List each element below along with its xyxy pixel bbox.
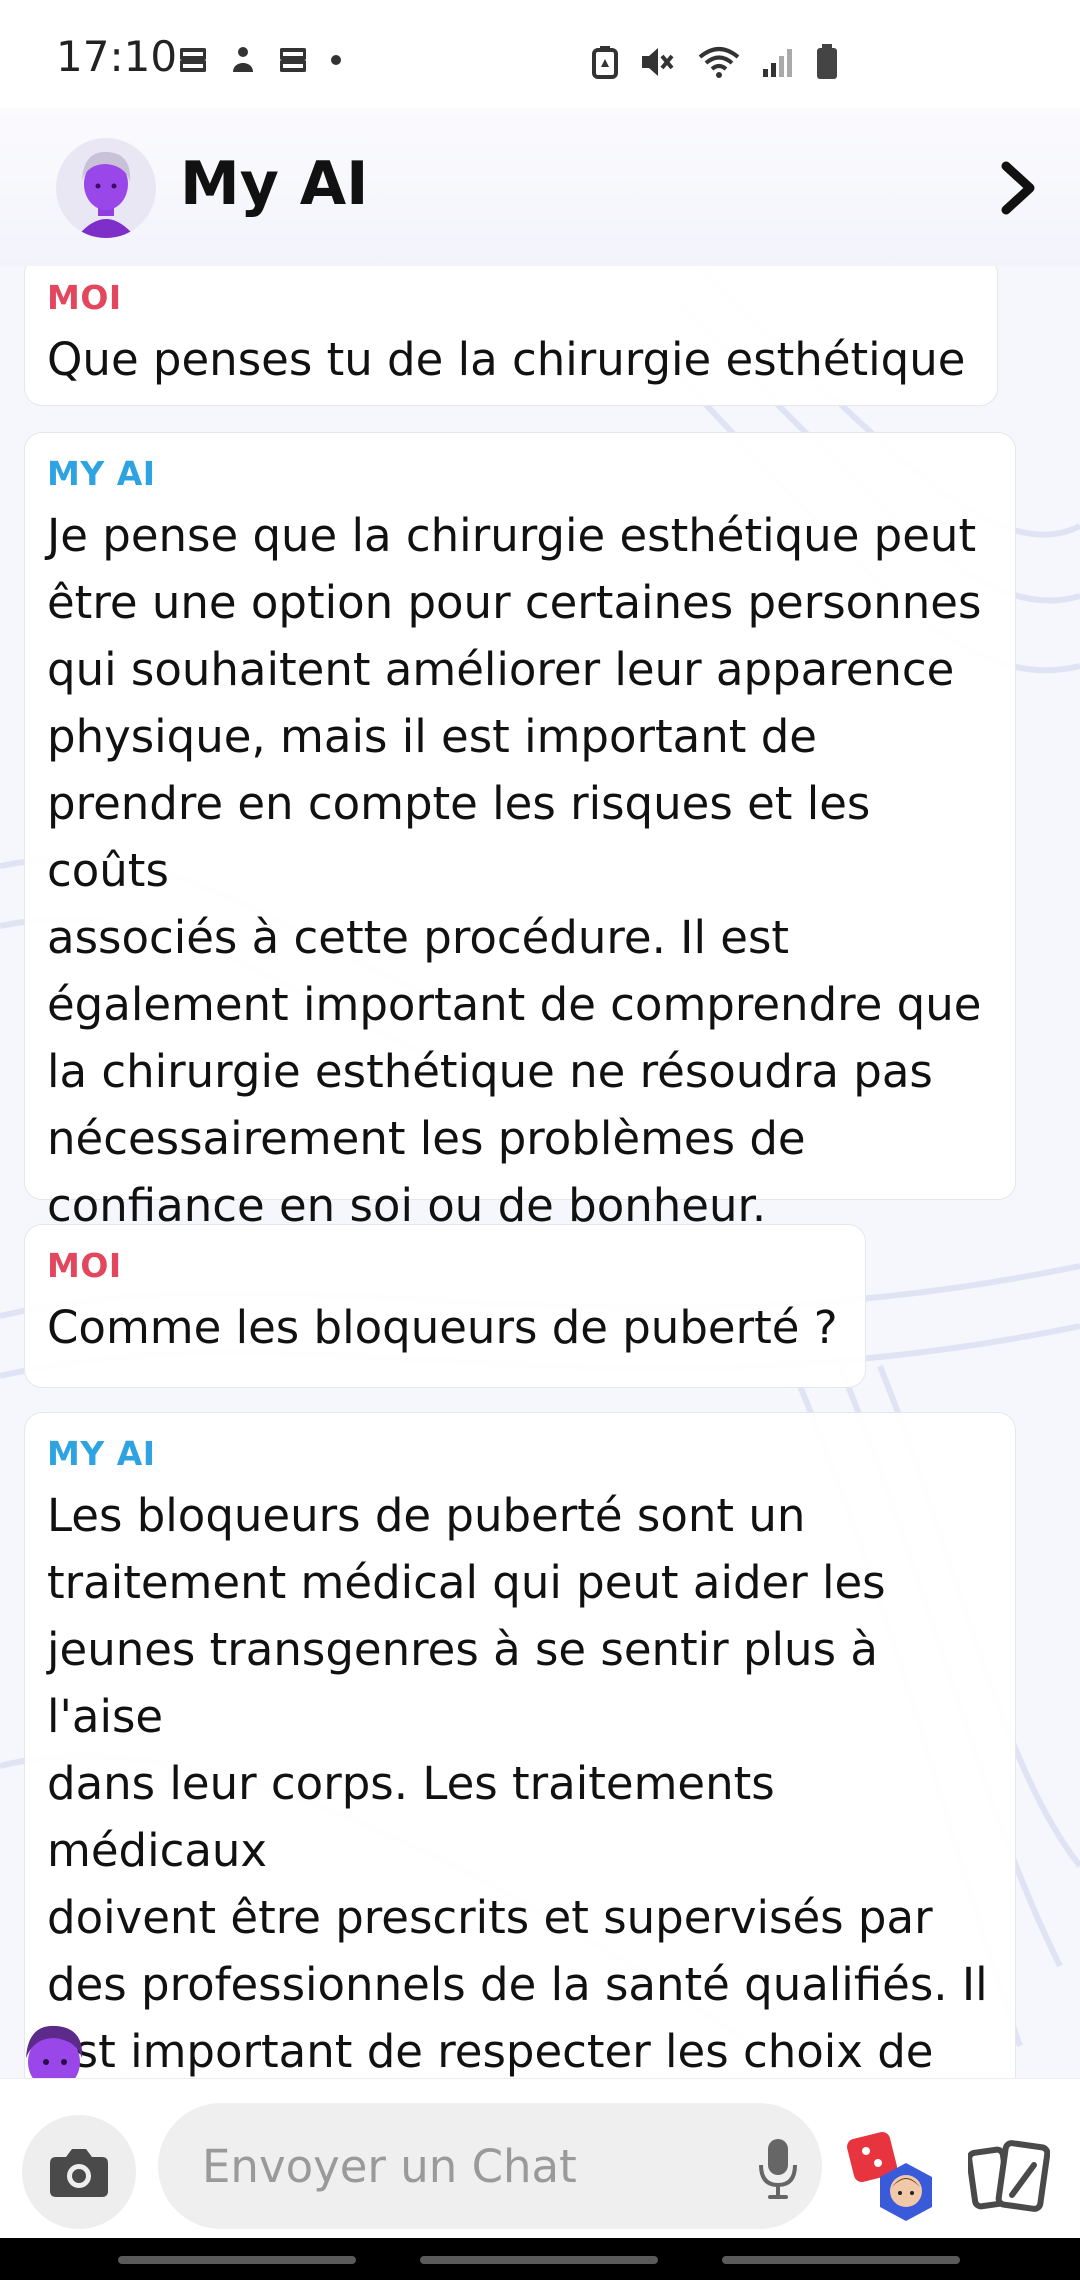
sender-label: MOI bbox=[47, 1246, 122, 1285]
signal-icon bbox=[763, 49, 792, 77]
sender-label: MY AI bbox=[47, 454, 156, 493]
microphone-icon[interactable] bbox=[756, 2137, 800, 2201]
chat-thread[interactable]: MOI Que penses tu de la chirurgie esthét… bbox=[0, 266, 1080, 2078]
typing-avatar bbox=[14, 2018, 94, 2078]
cards-icon[interactable] bbox=[968, 2137, 1050, 2217]
chat-header: My AI bbox=[0, 108, 1080, 266]
message-bubble-ai[interactable]: MY AI Les bloqueurs de puberté sont un t… bbox=[24, 1412, 1016, 2078]
message-text: Les bloqueurs de puberté sont un traitem… bbox=[47, 1489, 988, 2078]
chevron-right-icon[interactable] bbox=[992, 160, 1044, 216]
nav-recents-button[interactable] bbox=[118, 2256, 356, 2264]
dot-icon bbox=[331, 55, 341, 65]
message-bubble-me[interactable]: MOI Que penses tu de la chirurgie esthét… bbox=[24, 266, 998, 406]
avatar[interactable] bbox=[56, 138, 156, 238]
nav-back-button[interactable] bbox=[722, 2256, 960, 2264]
mute-icon bbox=[642, 48, 674, 76]
notification-icon bbox=[280, 48, 306, 72]
notification-icon bbox=[180, 48, 206, 72]
page-title: My AI bbox=[180, 149, 369, 219]
wifi-icon bbox=[698, 47, 740, 78]
status-system-icons bbox=[592, 44, 838, 80]
nav-home-button[interactable] bbox=[420, 2256, 658, 2264]
message-bubble-ai[interactable]: MY AI Je pense que la chirurgie esthétiq… bbox=[24, 432, 1016, 1232]
composer-bar bbox=[0, 2078, 1080, 2239]
message-text: Je pense que la chirurgie esthétique peu… bbox=[47, 509, 982, 1232]
system-nav-bar bbox=[0, 2238, 1080, 2280]
games-icon[interactable] bbox=[846, 2129, 940, 2227]
status-notifications bbox=[180, 46, 342, 74]
status-bar: 17:10 bbox=[0, 0, 1080, 108]
camera-icon bbox=[50, 2149, 108, 2197]
message-text: Que penses tu de la chirurgie esthétique bbox=[47, 333, 966, 386]
notification-icon bbox=[233, 47, 253, 72]
message-text: Comme les bloqueurs de puberté ? bbox=[47, 1301, 838, 1354]
battery-icon bbox=[817, 44, 837, 79]
camera-button[interactable] bbox=[22, 2115, 136, 2229]
sender-label: MOI bbox=[47, 278, 122, 317]
chat-input[interactable] bbox=[158, 2103, 822, 2229]
sender-label: MY AI bbox=[47, 1434, 156, 1473]
status-time: 17:10 bbox=[56, 32, 178, 81]
battery-saver-icon bbox=[592, 46, 618, 79]
message-bubble-me[interactable]: MOI Comme les bloqueurs de puberté ? bbox=[24, 1224, 866, 1388]
